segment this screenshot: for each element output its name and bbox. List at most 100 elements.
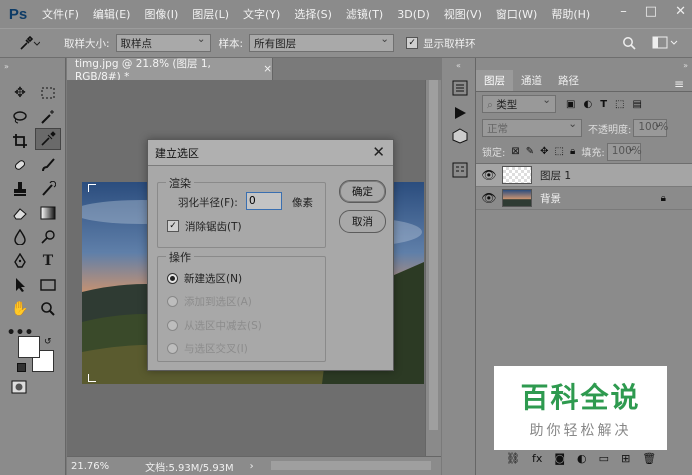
menu-filter[interactable]: 滤镜(T) (346, 6, 383, 22)
eraser-tool-icon[interactable] (7, 202, 33, 224)
link-layers-icon[interactable]: ⛓ (506, 452, 520, 465)
rectangle-tool-icon[interactable] (35, 274, 61, 296)
foreground-color-swatch[interactable] (18, 336, 40, 358)
eyedropper-preset-icon[interactable] (18, 35, 40, 51)
new-layer-icon[interactable]: ⊞ (621, 452, 630, 465)
close-button[interactable]: ✕ (675, 4, 686, 19)
selection-handle[interactable] (88, 374, 96, 382)
feather-radius-input[interactable] (246, 192, 282, 210)
horizontal-scrollbar[interactable] (271, 461, 431, 470)
gradient-tool-icon[interactable] (35, 202, 61, 224)
dodge-tool-icon[interactable] (35, 226, 61, 248)
expand-arrows-icon[interactable]: « (456, 61, 461, 70)
menu-view[interactable]: 视图(V) (444, 6, 482, 22)
zoom-level[interactable]: 21.76% (71, 461, 109, 472)
delete-layer-icon[interactable]: 🗑︎ (642, 452, 656, 465)
workspace-icon[interactable] (652, 36, 678, 53)
radio-subtract-from-selection[interactable]: 从选区中减去(S) (167, 318, 262, 333)
restore-button[interactable]: □ (645, 4, 657, 19)
lasso-tool-icon[interactable] (7, 106, 33, 128)
filter-shape-icon[interactable]: ⬚ (615, 99, 624, 110)
radio-intersect-selection[interactable]: 与选区交叉(I) (167, 341, 248, 356)
new-group-icon[interactable]: ▭ (599, 452, 609, 465)
filter-adjustment-icon[interactable]: ◐ (583, 99, 592, 110)
menu-edit[interactable]: 编辑(E) (93, 6, 131, 22)
search-icon[interactable] (622, 36, 636, 53)
lock-artboard-icon[interactable]: ⬚ (555, 146, 564, 157)
magic-wand-tool-icon[interactable] (35, 106, 61, 128)
minimize-button[interactable]: – (620, 4, 627, 19)
history-brush-tool-icon[interactable] (35, 178, 61, 200)
3d-panel-icon[interactable] (452, 128, 468, 147)
radio-button[interactable] (167, 320, 178, 331)
filter-type-icon[interactable]: T (600, 99, 607, 110)
cancel-button[interactable]: 取消 (339, 210, 386, 233)
adjustment-layer-icon[interactable]: ◐ (577, 452, 587, 465)
brush-tool-icon[interactable] (35, 154, 61, 176)
collapse-arrows-icon[interactable]: » (4, 62, 9, 71)
quick-mask-icon[interactable] (11, 380, 27, 397)
radio-new-selection[interactable]: 新建选区(N) (167, 271, 242, 286)
hand-tool-icon[interactable]: ✋ (7, 298, 33, 320)
dialog-title-bar[interactable]: 建立选区 (148, 140, 393, 166)
panel-menu-icon[interactable]: ≡ (674, 77, 684, 91)
radio-button[interactable] (167, 343, 178, 354)
type-tool-icon[interactable]: T (35, 250, 61, 272)
opacity-field[interactable]: 100% (633, 118, 668, 137)
healing-brush-tool-icon[interactable] (7, 154, 33, 176)
zoom-tool-icon[interactable] (35, 298, 61, 320)
properties-panel-icon[interactable] (452, 162, 468, 181)
lock-transparent-icon[interactable]: ⊠ (511, 146, 519, 157)
history-panel-icon[interactable] (452, 80, 468, 99)
radio-add-to-selection[interactable]: 添加到选区(A) (167, 294, 252, 309)
menu-file[interactable]: 文件(F) (42, 6, 79, 22)
visibility-eye-icon[interactable]: 👁︎ (476, 191, 502, 205)
layer-style-fx-icon[interactable]: fx (532, 452, 542, 465)
layer-row[interactable]: 👁︎ 背景 🔒︎ (476, 187, 692, 210)
show-sampling-ring-checkbox[interactable]: ✓ (406, 37, 419, 49)
tab-channels[interactable]: 通道 (513, 70, 550, 91)
vertical-scrollbar[interactable] (425, 80, 441, 456)
actions-play-icon[interactable] (453, 106, 467, 123)
add-mask-icon[interactable]: ◙ (554, 452, 565, 465)
menu-type[interactable]: 文字(Y) (243, 6, 280, 22)
lock-pixels-icon[interactable]: ✎ (526, 146, 534, 157)
antialias-checkbox[interactable]: ✓ (167, 220, 179, 232)
tab-paths[interactable]: 路径 (550, 70, 587, 91)
sample-size-select[interactable]: 取样点 (115, 33, 211, 52)
menu-layer[interactable]: 图层(L) (192, 6, 229, 22)
swap-colors-icon[interactable]: ↺ (44, 337, 52, 347)
clone-stamp-tool-icon[interactable] (7, 178, 33, 200)
scroll-thumb[interactable] (429, 80, 438, 430)
sample-select[interactable]: 所有图层 (249, 33, 395, 52)
document-tab[interactable]: timg.jpg @ 21.8% (图层 1, RGB/8#) * × (67, 58, 273, 83)
menu-image[interactable]: 图像(I) (144, 6, 178, 22)
filter-smart-object-icon[interactable]: ▤ (632, 99, 641, 110)
blur-tool-icon[interactable] (7, 226, 33, 248)
radio-button[interactable] (167, 273, 178, 284)
marquee-tool-icon[interactable] (35, 82, 61, 104)
photoshop-logo[interactable]: Ps (4, 3, 32, 25)
tab-layers[interactable]: 图层 (476, 70, 513, 91)
layer-filter-select[interactable]: ⌕ 类型 (482, 94, 556, 113)
eyedropper-tool-icon[interactable] (35, 128, 61, 150)
visibility-eye-icon[interactable]: 👁︎ (476, 168, 502, 182)
default-colors-icon[interactable] (17, 363, 26, 372)
document-info[interactable]: 文档:5.93M/5.93M (145, 459, 234, 474)
menu-help[interactable]: 帮助(H) (551, 6, 590, 22)
status-menu-arrow[interactable]: › (250, 461, 254, 472)
panel-collapse-icon[interactable]: » (683, 61, 688, 70)
menu-3d[interactable]: 3D(D) (397, 8, 430, 21)
close-document-icon[interactable]: × (263, 63, 272, 75)
selection-handle[interactable] (88, 184, 96, 192)
lock-position-icon[interactable]: ✥ (540, 146, 548, 157)
blend-mode-select[interactable]: 正常 (482, 118, 582, 137)
radio-button[interactable] (167, 296, 178, 307)
filter-pixel-icon[interactable]: ▣ (566, 99, 575, 110)
lock-all-icon[interactable]: 🔒︎ (570, 146, 575, 157)
layer-row[interactable]: 👁︎ 图层 1 (476, 164, 692, 187)
fill-field[interactable]: 100% (606, 142, 642, 161)
crop-tool-icon[interactable] (7, 130, 33, 152)
pen-tool-icon[interactable] (7, 250, 33, 272)
ok-button[interactable]: 确定 (339, 180, 386, 203)
